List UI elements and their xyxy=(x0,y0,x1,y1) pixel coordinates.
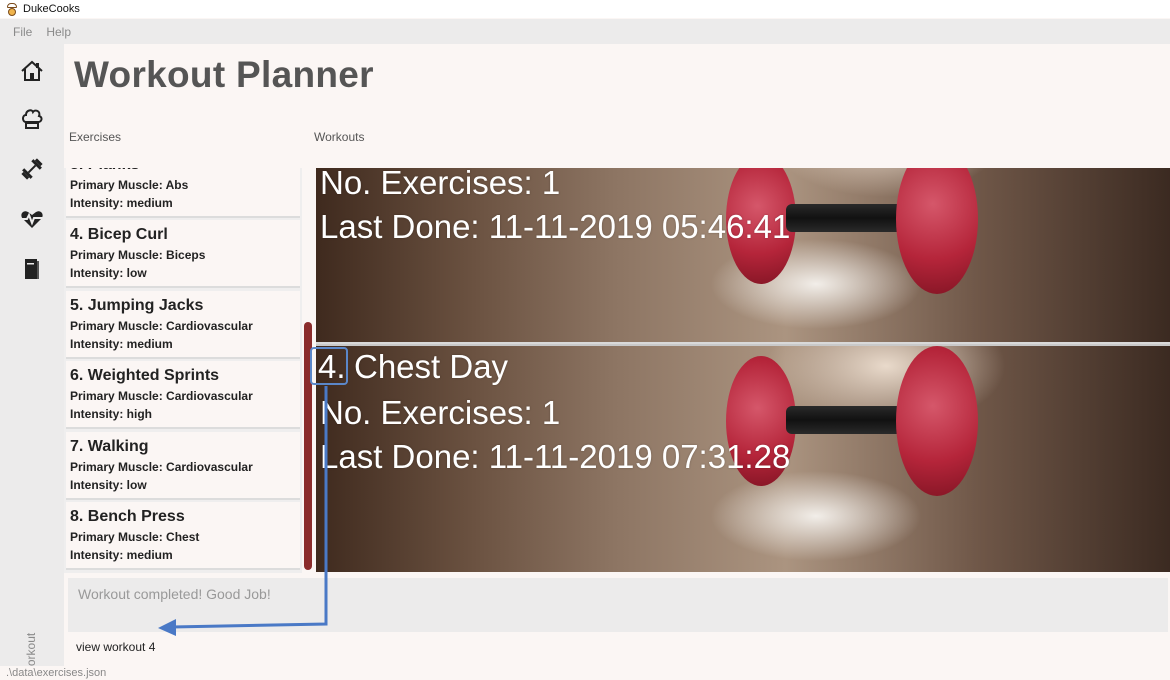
exercise-muscle: Primary Muscle: Chest xyxy=(70,530,200,544)
exercise-intensity: Intensity: low xyxy=(70,266,147,280)
exercise-name: 6. Weighted Sprints xyxy=(70,367,220,384)
exercise-name: 7. Walking xyxy=(70,438,149,455)
app-logo-icon xyxy=(6,2,18,16)
exercise-muscle: Primary Muscle: Biceps xyxy=(70,248,206,262)
list-item[interactable]: 4. Bicep Curl Primary Muscle: Biceps Int… xyxy=(66,220,300,288)
app-window: DukeCooks File Help Workout Workout Plan… xyxy=(0,0,1170,680)
exercise-name: 3. Planks xyxy=(70,168,300,176)
exercise-muscle: Primary Muscle: Abs xyxy=(70,178,189,192)
sidebar: Workout xyxy=(0,44,64,677)
menu-help[interactable]: Help xyxy=(46,25,71,39)
workout-card[interactable]: 4. Chest Day No. Exercises: 1 Last Done:… xyxy=(316,344,1170,572)
exercise-intensity: Intensity: low xyxy=(70,478,147,492)
exercise-intensity: Intensity: medium xyxy=(70,196,173,210)
list-item[interactable]: 7. Walking Primary Muscle: Cardiovascula… xyxy=(66,432,300,500)
workout-exercise-count: No. Exercises: 1 xyxy=(320,394,561,431)
exercise-list[interactable]: 3. Planks Primary Muscle: Abs Intensity:… xyxy=(64,168,312,573)
main-panel: Workout Planner Exercises Workouts 3. Pl… xyxy=(64,44,1170,666)
list-item[interactable]: 6. Weighted Sprints Primary Muscle: Card… xyxy=(66,361,300,429)
status-bar: .\data\exercises.json xyxy=(0,666,1170,680)
exercises-label: Exercises xyxy=(69,130,122,144)
list-item[interactable]: 3. Planks Primary Muscle: Abs Intensity:… xyxy=(66,168,300,218)
exercise-name: 8. Bench Press xyxy=(70,508,185,525)
exercise-muscle: Primary Muscle: Cardiovascular xyxy=(70,460,253,474)
exercise-name: 4. Bicep Curl xyxy=(70,226,168,243)
heartbeat-icon[interactable] xyxy=(19,206,45,232)
menu-file[interactable]: File xyxy=(13,25,32,39)
menu-bar: File Help xyxy=(0,19,1170,44)
page-title: Workout Planner xyxy=(74,54,374,95)
workout-exercise-count: No. Exercises: 1 xyxy=(320,168,561,201)
home-icon[interactable] xyxy=(19,58,45,84)
exercise-intensity: Intensity: medium xyxy=(70,337,173,351)
workout-name: Chest Day xyxy=(354,348,509,385)
list-item[interactable]: 5. Jumping Jacks Primary Muscle: Cardiov… xyxy=(66,291,300,359)
list-item[interactable]: 8. Bench Press Primary Muscle: Chest Int… xyxy=(66,502,300,570)
exercise-muscle: Primary Muscle: Cardiovascular xyxy=(70,319,253,333)
annotation-highlight-box xyxy=(310,347,348,385)
workout-card[interactable]: No. Exercises: 1 Last Done: 11-11-2019 0… xyxy=(316,168,1170,342)
exercise-intensity: Intensity: medium xyxy=(70,548,173,562)
result-display: Workout completed! Good Job! xyxy=(68,578,1168,632)
chef-hat-icon[interactable] xyxy=(19,106,45,132)
exercise-name: 5. Jumping Jacks xyxy=(70,297,204,314)
workout-last-done: Last Done: 11-11-2019 07:31:28 xyxy=(320,438,791,475)
exercise-intensity: Intensity: high xyxy=(70,407,152,421)
book-icon[interactable] xyxy=(19,256,45,282)
workout-list[interactable]: No. Exercises: 1 Last Done: 11-11-2019 0… xyxy=(316,168,1170,572)
workout-last-done: Last Done: 11-11-2019 05:46:41 xyxy=(320,208,791,245)
command-input[interactable]: view workout 4 xyxy=(68,634,1168,662)
dumbbell-icon[interactable] xyxy=(19,156,45,182)
workouts-label: Workouts xyxy=(314,130,365,144)
exercise-muscle: Primary Muscle: Cardiovascular xyxy=(70,389,253,403)
app-title: DukeCooks xyxy=(23,3,80,15)
title-bar: DukeCooks xyxy=(0,0,1170,18)
